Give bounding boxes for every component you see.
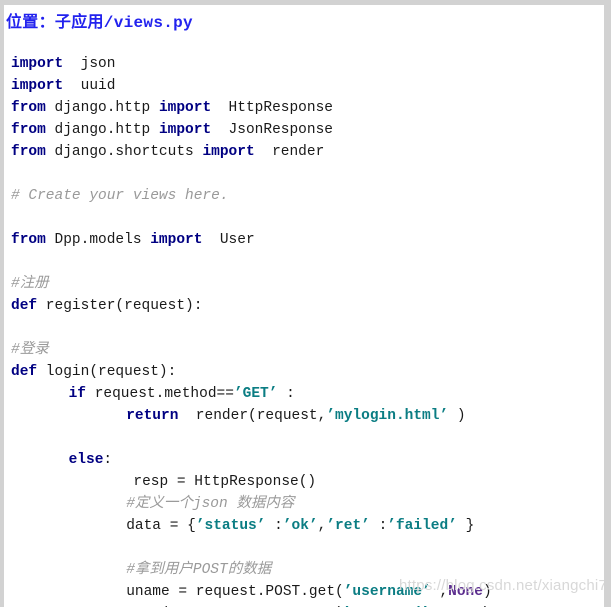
code-token-kw: import [202,144,255,160]
code-token-str: ’failed’ [387,518,457,534]
code-line: import uuid [4,75,604,97]
code-line: resp = HttpResponse() [4,471,604,493]
code-token-kw: import [11,56,64,72]
code-token-pln: json [63,56,116,72]
code-line: #拿到用户POST的数据 [4,559,604,581]
code-token-kw: from [11,232,46,248]
code-token-pln: , [430,584,449,600]
code-token-pln: : [369,518,388,534]
code-token-pln: ) [482,584,492,600]
code-token-cmt: # Create your views here. [11,188,229,204]
code-token-pln: : [265,518,283,534]
code-token-pln: } [456,518,475,534]
screenshot-root: 位置：子应用/views.py import json import uuid fr… [0,0,611,607]
code-token-pln: register(request): [37,298,203,314]
code-token-str: ’username’ [343,584,431,600]
code-token-cmt: #拿到用户POST的数据 [126,562,272,578]
code-line: #定义一个json 数据内容 [4,493,604,515]
code-token-str: ’GET’ [233,386,278,402]
code-token-cmt: #登录 [11,342,49,358]
code-line: if request.method==’GET’ : [4,383,604,405]
code-line: uname = request.POST.get(’username’ ,Non… [4,581,604,603]
code-token-pln: Dpp.models [45,232,151,248]
code-token-pln: render [254,144,325,160]
code-token-kw: def [11,298,38,314]
code-token-str: ’ret’ [326,518,370,534]
code-token-cmt: #注册 [11,276,49,292]
code-line: from Dpp.models import User [4,229,604,251]
page-title-label: 位置： [6,14,55,31]
code-token-str: ’status’ [195,518,266,534]
code-line: upwd = request.POST.get(’password’ ,None… [4,603,604,607]
code-token-kw: from [11,144,46,160]
code-line: from django.http import HttpResponse [4,97,604,119]
code-token-kw: if [68,386,86,402]
code-token-pln: : [103,452,113,468]
code-token-pln: django.http [45,122,159,138]
code-token-kw: else [68,452,104,468]
code-line: def login(request): [4,361,604,383]
code-line: from django.shortcuts import render [4,141,604,163]
code-token-pln: ) [448,408,466,424]
code-token-str: ’ok’ [282,518,318,534]
code-document: 位置：子应用/views.py import json import uuid fr… [4,5,604,607]
code-token-pln: uuid [63,78,116,94]
code-token-pln: render(request, [178,408,327,424]
code-listing: import json import uuid from django.http i… [4,53,604,607]
code-token-pln: django.shortcuts [45,144,203,160]
code-token-kw: from [11,100,46,116]
code-token-pln: User [202,232,255,248]
code-line: import json [4,53,604,75]
code-token-pln: : [277,386,295,402]
code-token-kw: import [158,100,212,116]
code-token-pln: django.http [45,100,159,116]
code-line: # Create your views here. [4,185,604,207]
code-line: #登录 [4,339,604,361]
code-token-kw: import [11,78,64,94]
code-token-kw: def [11,364,38,380]
code-token-kw: from [11,122,46,138]
code-token-cmt: #定义一个json 数据内容 [126,496,295,512]
code-line: else: [4,449,604,471]
code-token-none: None [448,584,483,600]
code-line: def register(request): [4,295,604,317]
code-line: data = {’status’ :’ok’,’ret’ :’failed’ } [4,515,604,537]
page-title-path: 子应用/views.py [54,14,193,32]
code-token-pln: uname = request.POST.get( [126,584,344,600]
code-token-kw: return [126,408,179,424]
code-token-pln: HttpResponse [211,100,333,116]
code-token-pln: request.method== [86,386,234,402]
code-line: from django.http import JsonResponse [4,119,604,141]
code-line: #注册 [4,273,604,295]
code-token-str: ’mylogin.html’ [326,408,449,424]
code-token-pln: JsonResponse [211,122,333,138]
code-token-kw: import [150,232,203,248]
code-token-pln: login(request): [37,364,177,380]
code-line: return render(request,’mylogin.html’ ) [4,405,604,427]
page-title: 位置：子应用/views.py [6,8,193,32]
code-token-kw: import [158,122,212,138]
code-token-pln: resp = HttpResponse() [133,474,317,490]
code-token-pln: data = { [126,518,196,534]
